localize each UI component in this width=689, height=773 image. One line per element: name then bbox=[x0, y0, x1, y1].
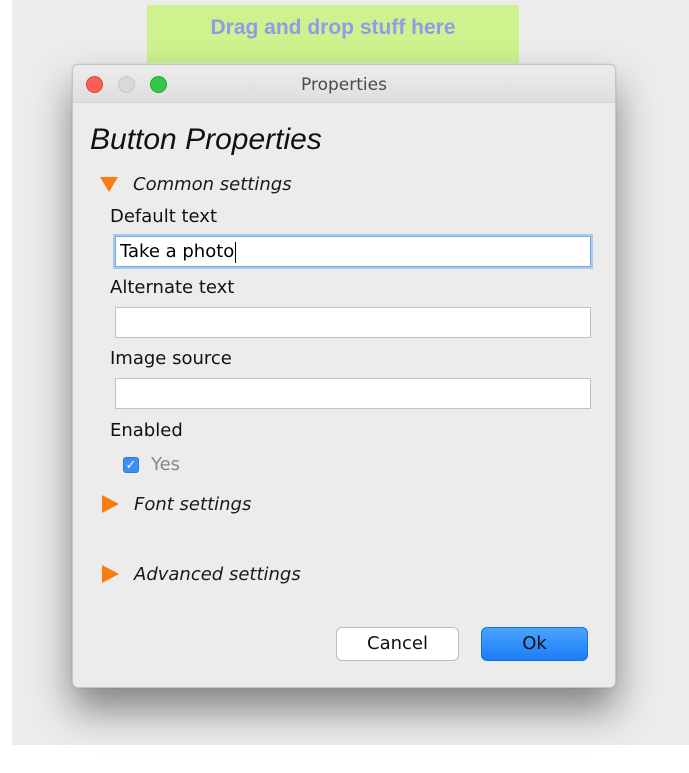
properties-window: Properties Button Properties Common sett… bbox=[72, 64, 616, 688]
default-text-label: Default text bbox=[110, 206, 218, 227]
enabled-checkbox[interactable]: ✓ bbox=[123, 456, 139, 473]
triangle-right-icon[interactable] bbox=[102, 495, 119, 513]
section-font-label: Font settings bbox=[134, 493, 252, 515]
image-source-field[interactable] bbox=[115, 378, 591, 409]
text-caret bbox=[235, 241, 237, 263]
default-text-value: Take a photo bbox=[120, 241, 235, 262]
drop-zone[interactable]: Drag and drop stuff here bbox=[147, 5, 519, 63]
section-advanced-settings[interactable]: Advanced settings bbox=[100, 562, 301, 586]
window-title: Properties bbox=[301, 75, 387, 95]
default-text-value-wrap: Take a photo bbox=[120, 237, 237, 267]
default-text-field[interactable]: Take a photo bbox=[115, 236, 591, 267]
ok-button[interactable]: Ok bbox=[481, 627, 588, 661]
enabled-checkbox-row[interactable]: ✓ Yes bbox=[123, 454, 180, 475]
cancel-button[interactable]: Cancel bbox=[336, 627, 459, 661]
alternate-text-field[interactable] bbox=[115, 307, 591, 338]
section-advanced-label: Advanced settings bbox=[134, 563, 301, 585]
checkmark-icon: ✓ bbox=[125, 457, 137, 473]
section-font-settings[interactable]: Font settings bbox=[100, 492, 251, 516]
enabled-checkbox-label: Yes bbox=[151, 454, 181, 475]
enabled-label: Enabled bbox=[110, 420, 183, 441]
image-source-label: Image source bbox=[110, 348, 232, 369]
dialog-heading: Button Properties bbox=[90, 123, 322, 156]
section-common-label: Common settings bbox=[133, 173, 292, 195]
triangle-down-icon[interactable] bbox=[100, 176, 118, 192]
title-bar[interactable]: Properties bbox=[73, 65, 615, 103]
alternate-text-label: Alternate text bbox=[110, 277, 235, 298]
section-common-settings[interactable]: Common settings bbox=[100, 172, 292, 196]
triangle-right-icon[interactable] bbox=[102, 565, 119, 583]
